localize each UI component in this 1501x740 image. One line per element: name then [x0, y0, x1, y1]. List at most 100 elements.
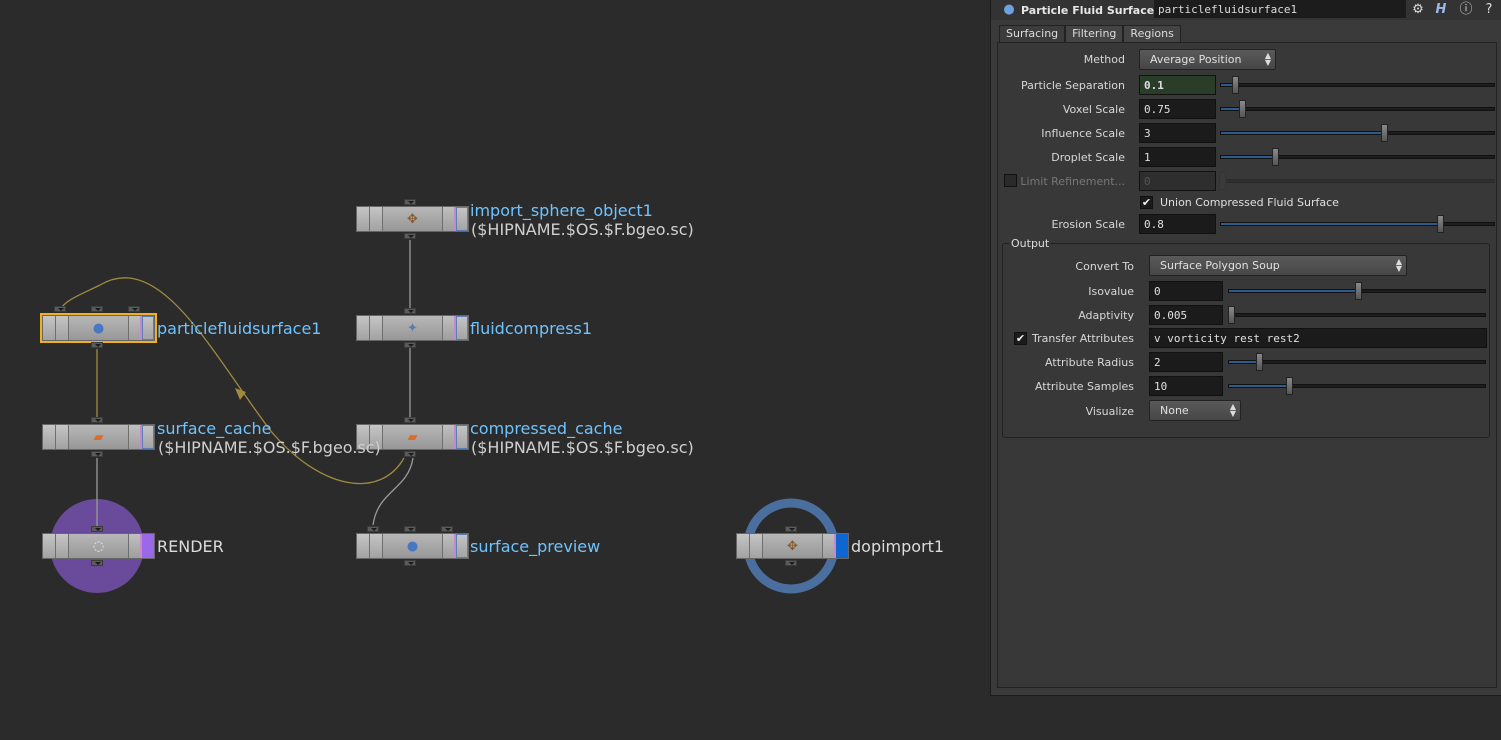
isovalue-field[interactable]: 0 — [1149, 281, 1223, 301]
limit-refinement-slider[interactable] — [1219, 172, 1495, 190]
display-flag[interactable] — [456, 207, 468, 231]
slider-handle[interactable] — [1437, 215, 1444, 233]
display-flag[interactable] — [142, 425, 154, 449]
input-port[interactable] — [128, 306, 140, 312]
display-flag[interactable] — [456, 425, 468, 449]
particle-separation-slider[interactable] — [1220, 76, 1495, 94]
slider-handle[interactable] — [1381, 124, 1388, 142]
node-name-label[interactable]: RENDER — [157, 537, 224, 556]
slider-handle[interactable] — [1239, 100, 1246, 118]
slider-handle[interactable] — [1228, 306, 1235, 324]
transfer-attributes-field[interactable]: v vorticity rest rest2 — [1149, 328, 1487, 348]
input-port[interactable] — [91, 526, 103, 532]
influence-scale-field[interactable]: 3 — [1139, 123, 1216, 143]
influence-scale-slider[interactable] — [1220, 124, 1495, 142]
adaptivity-slider[interactable] — [1228, 306, 1486, 324]
output-port[interactable] — [91, 560, 103, 566]
method-menu[interactable]: Average Position ▲ ▼ — [1139, 49, 1276, 70]
lock-flag[interactable] — [750, 534, 763, 558]
node-surface-cache[interactable]: ▰ — [42, 424, 155, 450]
slider-handle[interactable] — [1256, 353, 1263, 371]
info-icon[interactable]: ⓘ — [1458, 2, 1474, 18]
template-flag[interactable] — [129, 534, 142, 558]
fluid-drop-icon[interactable]: ● — [1001, 2, 1017, 18]
output-port[interactable] — [404, 342, 416, 348]
template-flag[interactable] — [443, 316, 456, 340]
node-name-label[interactable]: import_sphere_object1 — [470, 201, 653, 220]
output-port[interactable] — [404, 560, 416, 566]
input-port[interactable] — [91, 306, 103, 312]
output-port[interactable] — [785, 560, 797, 566]
attribute-samples-field[interactable]: 10 — [1149, 376, 1223, 396]
node-surface-preview[interactable]: ● — [356, 533, 469, 559]
template-flag[interactable] — [129, 425, 142, 449]
slider-handle[interactable] — [1272, 148, 1279, 166]
output-port[interactable] — [404, 233, 416, 239]
template-flag[interactable] — [443, 207, 456, 231]
voxel-scale-field[interactable]: 0.75 — [1139, 99, 1216, 119]
bypass-flag[interactable] — [357, 207, 370, 231]
template-flag[interactable] — [443, 534, 456, 558]
erosion-scale-field[interactable]: 0.8 — [1139, 214, 1216, 234]
node-name-field[interactable]: particlefluidsurface1 — [1154, 0, 1406, 18]
template-flag[interactable] — [443, 425, 456, 449]
bypass-flag[interactable] — [43, 316, 56, 340]
isovalue-slider[interactable] — [1228, 282, 1486, 300]
visualize-menu[interactable]: None ▲ ▼ — [1149, 400, 1241, 421]
template-flag[interactable] — [823, 534, 836, 558]
bypass-flag[interactable] — [357, 316, 370, 340]
input-port[interactable] — [404, 417, 416, 423]
node-name-label[interactable]: compressed_cache — [470, 419, 622, 438]
input-port[interactable] — [404, 308, 416, 314]
node-name-label[interactable]: dopimport1 — [851, 537, 944, 556]
help-h-icon[interactable]: H — [1433, 2, 1449, 18]
node-name-label[interactable]: surface_preview — [470, 537, 600, 556]
adaptivity-field[interactable]: 0.005 — [1149, 305, 1223, 325]
lock-flag[interactable] — [56, 425, 69, 449]
attribute-radius-field[interactable]: 2 — [1149, 352, 1223, 372]
slider-handle[interactable] — [1286, 377, 1293, 395]
input-port[interactable] — [404, 526, 416, 532]
droplet-scale-field[interactable]: 1 — [1139, 147, 1216, 167]
display-flag[interactable] — [456, 534, 468, 558]
droplet-scale-slider[interactable] — [1220, 148, 1495, 166]
output-port[interactable] — [91, 342, 103, 348]
output-port[interactable] — [91, 451, 103, 457]
node-import-sphere-object[interactable]: ✥ — [356, 206, 469, 232]
tab-regions[interactable]: Regions — [1123, 25, 1181, 42]
lock-flag[interactable] — [56, 316, 69, 340]
display-flag[interactable] — [836, 534, 848, 558]
union-compressed-checkbox[interactable]: ✔ — [1140, 196, 1153, 209]
input-port[interactable] — [441, 526, 453, 532]
attribute-radius-slider[interactable] — [1228, 353, 1486, 371]
erosion-scale-slider[interactable] — [1220, 215, 1495, 233]
bypass-flag[interactable] — [357, 534, 370, 558]
bypass-flag[interactable] — [43, 425, 56, 449]
bypass-flag[interactable] — [737, 534, 750, 558]
limit-refinement-field[interactable]: 0 — [1139, 171, 1216, 191]
input-port[interactable] — [404, 199, 416, 205]
template-flag[interactable] — [129, 316, 142, 340]
convert-to-menu[interactable]: Surface Polygon Soup ▲ ▼ — [1149, 255, 1407, 276]
particle-separation-field[interactable]: 0.1 — [1139, 75, 1216, 95]
node-fluidcompress[interactable]: ✦ — [356, 315, 469, 341]
input-port[interactable] — [91, 417, 103, 423]
input-port[interactable] — [367, 526, 379, 532]
node-name-label[interactable]: fluidcompress1 — [470, 319, 592, 338]
node-dopimport[interactable]: ✥ — [736, 533, 849, 559]
slider-handle[interactable] — [1232, 76, 1239, 94]
node-particlefluidsurface[interactable]: ● — [40, 313, 157, 343]
input-port[interactable] — [785, 526, 797, 532]
lock-flag[interactable] — [370, 316, 383, 340]
display-flag[interactable] — [142, 316, 154, 340]
node-name-label[interactable]: surface_cache — [157, 419, 272, 438]
lock-flag[interactable] — [370, 207, 383, 231]
output-port[interactable] — [404, 451, 416, 457]
node-name-label[interactable]: particlefluidsurface1 — [157, 319, 321, 338]
lock-flag[interactable] — [370, 534, 383, 558]
lock-flag[interactable] — [56, 534, 69, 558]
render-flag[interactable] — [142, 534, 154, 558]
slider-handle[interactable] — [1355, 282, 1362, 300]
input-port[interactable] — [54, 306, 66, 312]
question-icon[interactable]: ? — [1481, 2, 1497, 18]
